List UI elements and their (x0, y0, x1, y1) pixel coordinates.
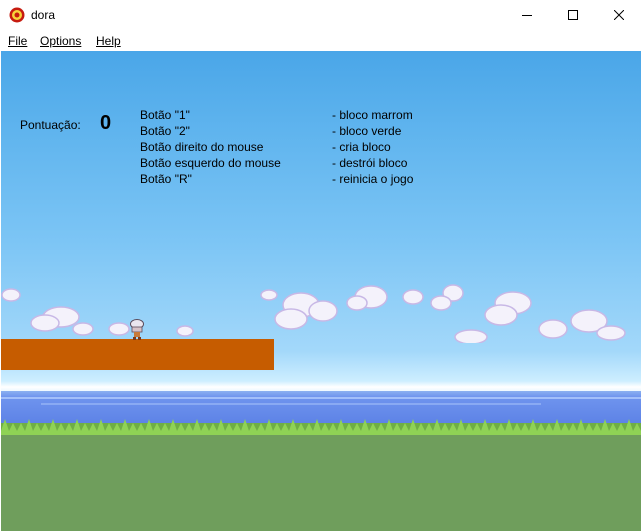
control-key: Botão direito do mouse (140, 140, 264, 154)
menu-help-label: Help (96, 34, 121, 48)
menu-file[interactable]: File (8, 34, 27, 48)
close-button[interactable] (596, 0, 642, 31)
control-action: - bloco marrom (332, 108, 413, 122)
score-value: 0 (100, 112, 112, 134)
cloud-layer (1, 284, 626, 343)
controls-keys: Botão "1" Botão "2" Botão direito do mou… (140, 107, 281, 187)
menu-help[interactable]: Help (96, 34, 121, 48)
control-action: - cria bloco (332, 140, 391, 154)
title-bar: dora (0, 0, 642, 31)
minimize-icon (522, 15, 532, 16)
controls-actions: - bloco marrom - bloco verde - cria bloc… (332, 107, 413, 187)
player-character (130, 319, 144, 340)
control-key: Botão "1" (140, 108, 190, 122)
brown-block-platform[interactable] (1, 339, 274, 370)
grass-edge (1, 419, 641, 443)
window-title: dora (31, 8, 56, 22)
maximize-icon (568, 10, 578, 20)
game-canvas[interactable]: Pontuação: 0 Botão "1" Botão "2" Botão d… (1, 51, 641, 531)
close-icon (614, 10, 624, 20)
control-action: - bloco verde (332, 124, 402, 138)
maximize-button[interactable] (550, 0, 596, 31)
control-key: Botão esquerdo do mouse (140, 156, 281, 170)
score-label: Pontuação: (20, 118, 81, 132)
control-key: Botão "2" (140, 124, 190, 138)
control-key: Botão "R" (140, 172, 192, 186)
control-action: - destrói bloco (332, 156, 408, 170)
control-action: - reinicia o jogo (332, 172, 414, 186)
menu-options[interactable]: Options (40, 34, 81, 48)
game-icon (9, 7, 25, 23)
menu-bar: File Options Help (0, 31, 642, 51)
menu-options-label: Options (40, 34, 82, 48)
minimize-button[interactable] (504, 0, 550, 31)
